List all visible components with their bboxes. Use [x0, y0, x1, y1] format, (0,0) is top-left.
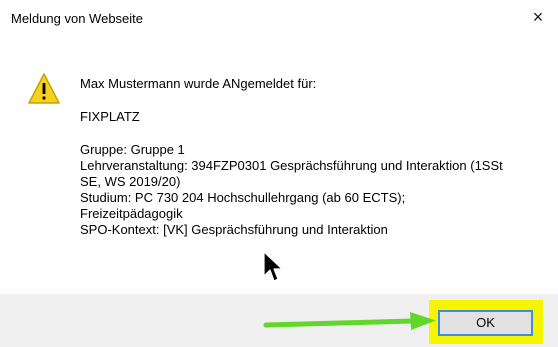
message-dialog: Meldung von Webseite × Max Mustermann wu…	[0, 0, 558, 347]
message-lehrveranstaltung-line-2: SE, WS 2019/20)	[80, 174, 181, 189]
close-button[interactable]: ×	[526, 6, 550, 28]
message-fixplatz: FIXPLATZ	[80, 109, 140, 124]
ok-button[interactable]: OK	[437, 309, 534, 337]
message-lehrveranstaltung-line-1: Lehrveranstaltung: 394FZP0301 Gesprächsf…	[80, 158, 503, 173]
warning-icon	[28, 73, 60, 104]
message-text: Max Mustermann wurde ANgemeldet für: FIX…	[80, 76, 530, 238]
message-studium-line-2: Freizeitpädagogik	[80, 206, 183, 221]
message-main-line: Max Mustermann wurde ANgemeldet für:	[80, 76, 317, 91]
mouse-cursor-icon	[263, 251, 283, 282]
message-studium-line-1: Studium: PC 730 204 Hochschullehrgang (a…	[80, 190, 406, 205]
message-spo-kontext: SPO-Kontext: [VK] Gesprächsführung und I…	[80, 222, 388, 237]
dialog-title: Meldung von Webseite	[11, 11, 144, 26]
close-icon[interactable]: ×	[533, 7, 544, 27]
message-gruppe: Gruppe: Gruppe 1	[80, 142, 185, 157]
green-arrow	[263, 312, 436, 330]
